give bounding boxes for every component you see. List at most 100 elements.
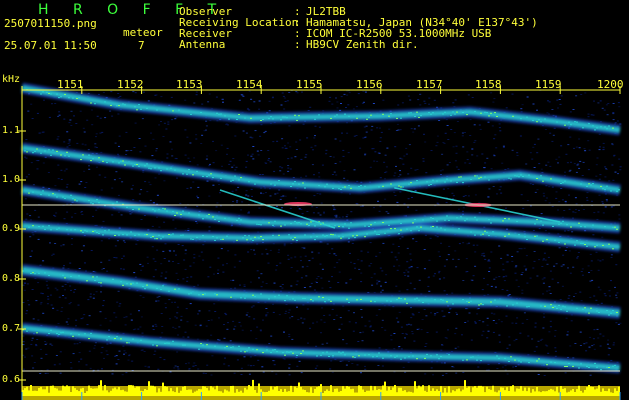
band-dot (406, 302, 408, 304)
noise-dot (435, 331, 438, 333)
noise-dot (423, 309, 426, 310)
band-dot (202, 235, 204, 237)
noise-dot (305, 275, 308, 277)
band-dot (332, 234, 334, 236)
noise-dot (608, 180, 611, 182)
noise-dot (557, 162, 559, 164)
noise-dot (227, 322, 229, 324)
noise-dot (346, 132, 349, 134)
band-dot (378, 352, 380, 354)
level-bar (438, 391, 440, 396)
noise-dot (577, 252, 580, 253)
noise-dot (613, 342, 615, 344)
noise-dot (347, 360, 350, 362)
noise-dot (202, 244, 205, 246)
noise-dot (506, 373, 509, 375)
noise-dot (256, 270, 259, 272)
noise-dot (162, 250, 165, 252)
level-bar (360, 386, 362, 396)
noise-dot (177, 244, 180, 245)
noise-dot (216, 120, 219, 122)
noise-dot (155, 148, 158, 150)
band-dot (570, 124, 572, 126)
band-dot (124, 104, 126, 106)
noise-dot (549, 293, 552, 294)
band-dot (540, 175, 542, 177)
noise-dot (359, 332, 362, 334)
noise-dot (396, 123, 399, 125)
band-dot (96, 276, 98, 278)
noise-dot (35, 300, 38, 302)
noise-dot (442, 316, 445, 318)
band-dot (588, 367, 590, 368)
noise-dot (117, 194, 120, 196)
level-bar (404, 390, 406, 396)
noise-dot (253, 318, 256, 320)
noise-dot (448, 162, 451, 163)
level-bar (534, 391, 536, 396)
band-dot (352, 356, 354, 358)
band-dot (190, 292, 192, 294)
noise-dot (597, 102, 600, 104)
band-dot (456, 217, 458, 219)
noise-dot (187, 362, 190, 364)
level-bar (224, 389, 226, 396)
level-bar (412, 392, 414, 396)
noise-dot (82, 317, 84, 319)
time-tick-label: 1157 (416, 78, 443, 91)
noise-dot (100, 189, 103, 191)
noise-dot (370, 263, 373, 264)
noise-dot (595, 299, 598, 301)
noise-dot (500, 192, 503, 194)
level-bar (548, 389, 550, 396)
level-bar (568, 391, 570, 396)
band-dot (508, 177, 510, 179)
noise-dot (280, 196, 283, 198)
noise-dot (208, 165, 211, 167)
noise-dot (202, 372, 205, 374)
noise-dot (339, 317, 342, 319)
noise-dot (361, 340, 364, 342)
level-bar (528, 387, 530, 396)
level-bar (88, 385, 90, 396)
band-dot (126, 283, 128, 285)
level-bar (228, 391, 230, 396)
noise-dot (236, 359, 239, 361)
noise-dot (410, 167, 413, 169)
noise-dot (351, 363, 354, 364)
noise-dot (400, 348, 403, 350)
noise-dot (25, 313, 28, 315)
freq-tick-label: 1.1 (2, 125, 21, 136)
band-dot (50, 329, 52, 331)
noise-dot (445, 202, 448, 203)
band-dot (544, 305, 546, 307)
band-dot (88, 200, 90, 201)
band-dot (118, 105, 120, 107)
noise-dot (588, 346, 591, 348)
noise-dot (28, 173, 30, 175)
band-dot (68, 97, 70, 99)
level-bar (240, 390, 242, 396)
noise-dot (461, 334, 463, 336)
band-dot (504, 218, 506, 219)
noise-dot (506, 289, 509, 291)
noise-dot (549, 132, 552, 134)
noise-dot (616, 120, 619, 122)
noise-dot (197, 186, 200, 188)
noise-dot (78, 369, 81, 371)
noise-dot (252, 158, 255, 160)
noise-dot (409, 259, 412, 261)
noise-dot (115, 363, 118, 365)
level-bar (258, 383, 260, 396)
level-bar (364, 392, 366, 396)
noise-dot (75, 319, 78, 321)
noise-dot (32, 184, 35, 186)
noise-dot (170, 96, 173, 98)
band-dot (480, 112, 482, 114)
noise-dot (607, 354, 610, 356)
noise-dot (464, 132, 466, 133)
noise-dot (290, 257, 293, 259)
band-dot (414, 116, 416, 117)
level-bar (498, 390, 500, 396)
noise-dot (452, 102, 455, 104)
